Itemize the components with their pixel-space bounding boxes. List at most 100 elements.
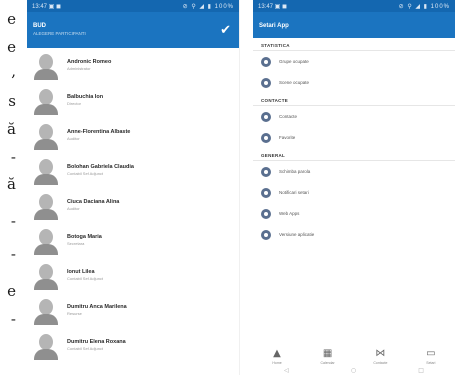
avatar: [33, 332, 59, 360]
contact-role: Director: [67, 101, 82, 107]
settings-item-label: Contacte: [279, 114, 298, 119]
contact-name: Bolohan Gabriela Claudia: [67, 163, 134, 170]
text-fragment: ,: [11, 62, 16, 80]
text-fragment-column: e e , s ă - ă - - e -: [0, 0, 22, 375]
contact-name: Ciuca Daciana Alina: [67, 198, 120, 205]
nav-settings[interactable]: ▭ Setari: [426, 348, 436, 366]
settings-item-label: Notificari setari: [279, 190, 309, 195]
app-bar-title: BUD: [33, 23, 46, 29]
text-fragment: s: [8, 92, 16, 110]
contact-name: Ionut Lilea: [67, 268, 95, 275]
recents-icon[interactable]: □: [418, 367, 424, 374]
settings-item[interactable]: Contacte: [253, 106, 455, 127]
app-bar-subtitle: ALEGERE PARTICIPANTI: [33, 31, 86, 36]
status-bar: 13:47 ▣ ◼ ⊘ ⚲ ◢ ▮ 100%: [253, 0, 455, 12]
contact-role: Contabil Sef Adjunct: [67, 346, 104, 352]
contact-name: Dumitru Anca Marilena: [67, 303, 127, 310]
contact-role: Resurse: [67, 311, 82, 317]
bell-icon: [261, 187, 271, 198]
contacts-screen: 13:47 ▣ ◼ ⊘ ⚲ ◢ ▮ 100% BUD ALEGERE PARTI…: [27, 0, 240, 375]
app-bar: BUD ALEGERE PARTICIPANTI ✔: [27, 12, 239, 48]
settings-item-label: Favorite: [279, 135, 296, 140]
settings-section: GENERAL Schimba parola Notificari setari…: [253, 148, 455, 245]
info-icon: [261, 229, 271, 240]
home-icon: ▲: [273, 348, 281, 359]
app-bar: Setari App: [253, 12, 455, 38]
contact-role: Secretara: [67, 241, 85, 247]
contact-item[interactable]: Bolohan Gabriela Claudia Contabil Sef Adj…: [27, 153, 239, 188]
network-icon: ⋈: [375, 348, 386, 359]
settings-item-label: Web Apps: [279, 211, 300, 216]
settings-section: STATISTICA Grupe ocupate Scene ocupate: [253, 38, 455, 93]
nav-calendar[interactable]: ▦ Calendar: [320, 348, 334, 366]
app-bar-title: Setari App: [259, 23, 289, 29]
section-header: GENERAL: [253, 148, 455, 161]
settings-item[interactable]: Grupe ocupate: [253, 51, 455, 72]
section-header: CONTACTE: [253, 93, 455, 106]
home-circle-icon[interactable]: ○: [351, 367, 356, 374]
settings-item[interactable]: Schimba parola: [253, 161, 455, 182]
system-navigation: ◁ ○ □: [253, 365, 455, 375]
contact-item[interactable]: Ciuca Daciana Alina Auditor: [27, 188, 239, 223]
avatar: [33, 87, 59, 115]
contact-name: Dumitru Elena Roxana: [67, 338, 126, 345]
back-icon[interactable]: ◁: [284, 367, 289, 374]
settings-item[interactable]: Scene ocupate: [253, 72, 455, 93]
contact-item[interactable]: Dumitru Elena Roxana Contabil Sef Adjunct: [27, 328, 239, 363]
settings-screen: 13:47 ▣ ◼ ⊘ ⚲ ◢ ▮ 100% Setari App STATIS…: [253, 0, 455, 375]
status-bar: 13:47 ▣ ◼ ⊘ ⚲ ◢ ▮ 100%: [27, 0, 239, 12]
settings-item[interactable]: Versiune aplicatie: [253, 224, 455, 245]
settings-item-label: Schimba parola: [279, 169, 311, 174]
nav-contacts[interactable]: ⋈ Contacte: [373, 348, 387, 366]
avatar: [33, 262, 59, 290]
contact-role: Auditor: [67, 136, 80, 142]
text-fragment: -: [10, 310, 16, 328]
contact-role: Contabil Sef Adjunct: [67, 276, 104, 282]
contact-item[interactable]: Botoga Maria Secretara: [27, 223, 239, 258]
text-fragment: ă: [7, 120, 16, 138]
contact-role: Contabil Sef Adjunct: [67, 171, 104, 177]
contacts-icon: [261, 111, 271, 122]
avatar: [33, 52, 59, 80]
contact-item[interactable]: Balbuchia Ion Director: [27, 83, 239, 118]
window-icon: ▭: [426, 348, 436, 359]
settings-item-label: Scene ocupate: [279, 80, 310, 85]
settings-item[interactable]: Web Apps: [253, 203, 455, 224]
user-group-icon: [261, 56, 271, 67]
text-fragment: -: [10, 245, 16, 263]
section-header: STATISTICA: [253, 38, 455, 51]
text-fragment: e: [7, 282, 16, 300]
contact-item[interactable]: Ionut Lilea Contabil Sef Adjunct: [27, 258, 239, 293]
contact-name: Botoga Maria: [67, 233, 102, 240]
settings-item[interactable]: Favorite: [253, 127, 455, 148]
text-fragment: ă: [7, 175, 16, 193]
key-icon: [261, 166, 271, 177]
avatar: [33, 122, 59, 150]
nav-home[interactable]: ▲ Home: [272, 348, 281, 366]
bottom-navigation: ▲ Home ▦ Calendar ⋈ Contacte ▭ Setari: [253, 343, 455, 366]
avatar: [33, 297, 59, 325]
check-icon[interactable]: ✔: [220, 23, 231, 38]
cloud-icon: [261, 208, 271, 219]
contact-item[interactable]: Anne-Florentina Albaste Auditor: [27, 118, 239, 153]
avatar: [33, 157, 59, 185]
calendar-icon: ▦: [322, 348, 333, 359]
contact-item[interactable]: Andronic Romeo Administrator: [27, 48, 239, 83]
avatar: [33, 227, 59, 255]
settings-item-label: Versiune aplicatie: [279, 232, 315, 237]
pencil-icon: [261, 132, 271, 143]
contact-item[interactable]: Dumitru Anca Marilena Resurse: [27, 293, 239, 328]
status-time: 13:47 ▣ ◼: [258, 3, 287, 10]
settings-section: CONTACTE Contacte Favorite: [253, 93, 455, 148]
contact-list: Andronic Romeo Administrator Balbuchia Io…: [27, 48, 239, 363]
settings-item[interactable]: Notificari setari: [253, 182, 455, 203]
text-fragment: -: [10, 148, 16, 166]
avatar: [33, 192, 59, 220]
scene-icon: [261, 77, 271, 88]
contact-name: Anne-Florentina Albaste: [67, 128, 131, 135]
text-fragment: -: [10, 212, 16, 230]
contact-role: Administrator: [67, 66, 91, 72]
status-time: 13:47 ▣ ◼: [32, 3, 61, 10]
settings-item-label: Grupe ocupate: [279, 59, 309, 64]
status-indicators: ⊘ ⚲ ◢ ▮ 100%: [398, 3, 450, 10]
